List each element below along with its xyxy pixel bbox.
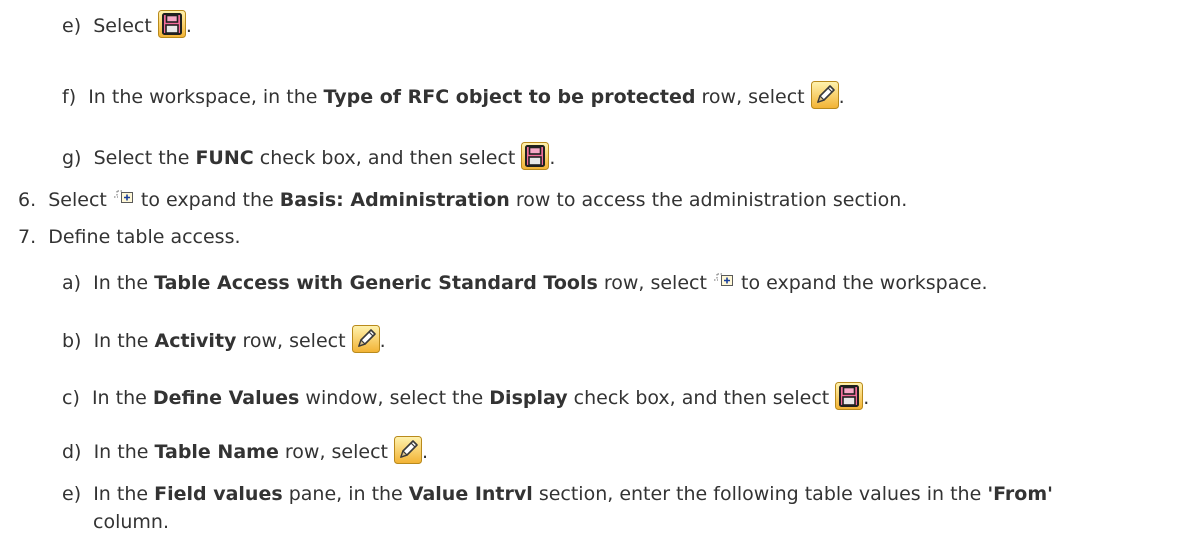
step-marker: 7. — [18, 226, 37, 248]
instruction-text: row to access the administration section… — [509, 189, 908, 211]
step-b-activity-row: b) In the Activity row, select . — [62, 325, 386, 354]
instruction-text: Select — [93, 15, 158, 37]
step-e-continuation: column. — [93, 509, 169, 535]
ui-term: Value Intrvl — [408, 483, 533, 505]
ui-term: Field values — [154, 483, 283, 505]
step-marker: c) — [62, 387, 80, 409]
instruction-text: window, select the — [299, 387, 490, 409]
ui-term: Table Name — [154, 441, 279, 463]
instruction-text: . — [185, 15, 192, 37]
instruction-text: row, select — [236, 330, 352, 352]
ui-term: Basis: Administration — [279, 189, 510, 211]
instruction-text: In the — [93, 272, 155, 294]
pencil-icon — [810, 81, 839, 109]
ui-term: FUNC — [195, 147, 254, 169]
step-6-expand-basis-administration: 6. Select to expand the Basis: Administr… — [18, 187, 907, 213]
step-marker: d) — [62, 441, 82, 463]
step-e-field-values-pane: e) In the Field values pane, in the Valu… — [62, 481, 1053, 507]
step-f-rfc-object-row: f) In the workspace, in the Type of RFC … — [62, 81, 845, 110]
instruction-text: section, enter the following table value… — [532, 483, 988, 505]
save-icon — [835, 382, 864, 410]
save-icon — [521, 142, 550, 170]
step-marker: g) — [62, 147, 82, 169]
instruction-text: check box, and then select — [567, 387, 836, 409]
expand-icon — [113, 190, 135, 204]
instruction-text: row, select — [278, 441, 395, 463]
step-marker: 6. — [18, 189, 37, 211]
instruction-text: In the — [93, 441, 155, 463]
instruction-text: to expand the — [134, 189, 280, 211]
step-e-select-save: e) Select . — [62, 10, 192, 39]
ui-term: Define Values — [152, 387, 300, 409]
instruction-text: check box, and then select — [253, 147, 522, 169]
instruction-text: In the workspace, in the — [88, 86, 324, 108]
ui-term: Activity — [154, 330, 237, 352]
step-c-define-values-window: c) In the Define Values window, select t… — [62, 382, 869, 411]
step-marker: e) — [62, 15, 82, 37]
instruction-text: to expand the workspace. — [734, 272, 988, 294]
instruction-text: Define table access. — [48, 226, 241, 248]
instruction-text: column. — [93, 511, 169, 533]
step-a-table-access-row: a) In the Table Access with Generic Stan… — [62, 270, 988, 296]
ui-term: 'From' — [987, 483, 1053, 505]
instruction-text: . — [379, 330, 386, 352]
instruction-text: In the — [93, 483, 155, 505]
ui-term: Type of RFC object to be protected — [323, 86, 696, 108]
pencil-icon — [351, 325, 380, 353]
ui-term: Table Access with Generic Standard Tools — [154, 272, 598, 294]
step-7-define-table-access: 7. Define table access. — [18, 224, 241, 250]
instruction-text: . — [422, 441, 429, 463]
step-g-func-checkbox: g) Select the FUNC check box, and then s… — [62, 142, 555, 171]
instruction-text: . — [863, 387, 870, 409]
expand-icon — [713, 273, 735, 287]
instruction-text: row, select — [695, 86, 811, 108]
instruction-text: Select the — [93, 147, 196, 169]
step-marker: b) — [62, 330, 82, 352]
step-marker: a) — [62, 272, 82, 294]
ui-term: Display — [489, 387, 568, 409]
instruction-text: In the — [93, 330, 155, 352]
step-d-table-name-row: d) In the Table Name row, select . — [62, 436, 428, 465]
pencil-icon — [394, 436, 423, 464]
step-marker: f) — [62, 86, 77, 108]
save-icon — [157, 10, 186, 38]
step-marker: e) — [62, 483, 82, 505]
instruction-page: e) Select . f) In the workspace, in the … — [0, 0, 1185, 554]
instruction-text: row, select — [597, 272, 713, 294]
instruction-text: . — [838, 86, 845, 108]
instruction-text: In the — [91, 387, 153, 409]
instruction-text: . — [549, 147, 556, 169]
instruction-text: pane, in the — [282, 483, 409, 505]
instruction-text: Select — [48, 189, 113, 211]
